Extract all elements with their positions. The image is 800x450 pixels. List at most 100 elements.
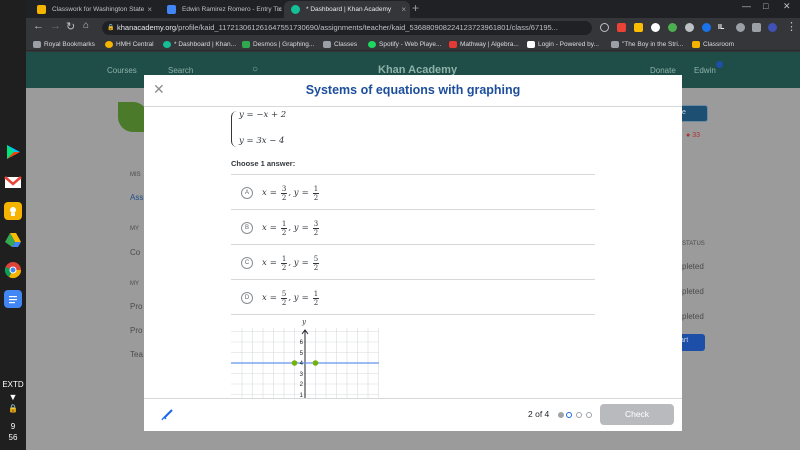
bookmark-khan[interactable]: * Dashboard | Khan... xyxy=(163,38,236,51)
lock-icon: 🔒 xyxy=(107,25,115,31)
choice-expression: x = 1 2, y = 5 2 xyxy=(262,254,320,272)
clock-minute[interactable]: 56 xyxy=(0,433,26,442)
google-docs-icon[interactable] xyxy=(4,290,22,308)
side-label[interactable]: Pro xyxy=(130,326,142,335)
choice-letter: A xyxy=(241,187,253,199)
bookmark-hmh[interactable]: HMH Central xyxy=(105,38,154,51)
bookmark-boy-in-striped[interactable]: "The Boy in the Stri... xyxy=(611,38,683,51)
y-numerator: 3 xyxy=(312,219,320,229)
y-tick: 5 xyxy=(299,350,303,357)
x-numerator: 1 xyxy=(280,219,288,229)
login-icon xyxy=(527,41,535,48)
equation-1: y = −x + 2 xyxy=(239,110,287,120)
progress-dot xyxy=(576,412,582,418)
reload-icon[interactable]: ↻ xyxy=(66,20,75,33)
bookmark-mathway[interactable]: Mathway | Algebra... xyxy=(449,38,519,51)
menu-kebab-icon[interactable]: ⋮ xyxy=(786,20,797,33)
extension-settings-icon[interactable] xyxy=(736,23,745,32)
check-button[interactable]: Check xyxy=(600,404,674,425)
tab-entry-ticket[interactable]: Edwin Ramirez Romero - Entry Tic × xyxy=(160,1,286,18)
exercise-modal: Systems of equations with graphing ✕ y =… xyxy=(144,75,682,431)
y-denominator: 2 xyxy=(313,298,319,307)
profile-avatar[interactable] xyxy=(768,23,777,32)
user-menu[interactable]: Edwin xyxy=(694,66,716,75)
choice-c[interactable]: C x = 1 2, y = 5 2 xyxy=(231,245,595,280)
bookmark-royal-bookmarks[interactable]: Royal Bookmarks xyxy=(33,38,95,51)
maximize-icon[interactable]: □ xyxy=(763,1,768,11)
extension-clever-icon[interactable] xyxy=(702,23,711,32)
extension-chrome-icon[interactable] xyxy=(651,23,660,32)
play-store-icon[interactable] xyxy=(4,143,22,161)
side-label: MIS xyxy=(130,172,141,178)
extension-check-icon[interactable] xyxy=(668,23,677,32)
wifi-icon[interactable]: ▼ xyxy=(0,392,26,402)
tab-khan-dashboard[interactable]: * Dashboard | Khan Academy × xyxy=(284,1,410,18)
side-label[interactable]: Pro xyxy=(130,302,142,311)
tab-strip: Classwork for Washington State × Edwin R… xyxy=(26,0,800,18)
y-tick: 4 xyxy=(299,361,303,367)
mathway-icon xyxy=(449,41,457,48)
bookmark-star-icon[interactable] xyxy=(600,23,609,32)
back-icon[interactable]: ← xyxy=(33,20,44,32)
choice-a[interactable]: A x = 3 2, y = 1 2 xyxy=(231,175,595,210)
search-icon[interactable]: ○ xyxy=(252,64,258,75)
tab-classwork[interactable]: Classwork for Washington State × xyxy=(30,1,156,18)
choice-b[interactable]: B x = 1 2, y = 3 2 xyxy=(231,210,595,245)
google-keep-icon[interactable] xyxy=(4,202,22,220)
clock-hour[interactable]: 9 xyxy=(0,422,26,431)
points-badge: ● 33 xyxy=(686,132,700,139)
scratchpad-pencil-icon[interactable] xyxy=(161,407,175,426)
points-count: 33 xyxy=(692,132,700,139)
side-label[interactable]: Co xyxy=(130,248,140,257)
bookmark-desmos[interactable]: Desmos | Graphing... xyxy=(242,38,314,51)
bookmark-classroom[interactable]: Classroom xyxy=(692,38,734,51)
bookmark-spotify[interactable]: Spotify - Web Playe... xyxy=(368,38,441,51)
progress-dot xyxy=(586,412,592,418)
side-label[interactable]: Tea xyxy=(130,350,143,359)
address-bar[interactable]: 🔒 khanacademy.org/profile/kaid_1172130612… xyxy=(102,21,592,35)
bookmark-login[interactable]: Login - Powered by... xyxy=(527,38,599,51)
bookmark-label: HMH Central xyxy=(116,41,154,48)
donate-link[interactable]: Donate xyxy=(650,66,676,75)
google-drive-icon[interactable] xyxy=(4,231,22,249)
close-tab-icon[interactable]: × xyxy=(277,1,282,18)
lock-icon: 🔒 xyxy=(8,404,18,413)
url-host: khanacademy.org xyxy=(117,23,177,32)
search-link[interactable]: Search xyxy=(168,66,193,75)
equation-2: y = 3x − 4 xyxy=(239,136,285,146)
tab-title: * Dashboard | Khan Academy xyxy=(306,6,392,13)
y-tick: 6 xyxy=(299,340,303,346)
choice-d[interactable]: D x = 5 2, y = 1 2 xyxy=(231,280,595,315)
courses-menu[interactable]: Courses xyxy=(107,66,137,75)
close-icon[interactable]: ✕ xyxy=(153,81,165,98)
forward-icon[interactable]: → xyxy=(50,20,61,32)
close-tab-icon[interactable]: × xyxy=(147,1,152,18)
chromeos-shelf: EXTD ▼ 🔒 9 56 xyxy=(0,0,26,450)
desmos-icon xyxy=(242,41,250,48)
keyboard-layout[interactable]: EXTD xyxy=(0,380,26,389)
progress-text: 2 of 4 xyxy=(528,409,550,419)
extensions-puzzle-icon[interactable] xyxy=(752,23,761,32)
extension-settings-icon[interactable] xyxy=(685,23,694,32)
coordinate-graph xyxy=(231,328,379,398)
close-window-icon[interactable]: ✕ xyxy=(783,1,791,12)
chrome-icon[interactable] xyxy=(4,261,22,279)
extension-il-icon[interactable]: IL xyxy=(718,23,727,32)
home-icon[interactable]: ⌂ xyxy=(83,20,89,31)
y-numerator: 1 xyxy=(312,289,320,299)
extension-gmail-icon[interactable] xyxy=(617,23,626,32)
gmail-icon[interactable] xyxy=(4,173,22,191)
bookmark-label: Desmos | Graphing... xyxy=(253,41,315,48)
extension-drive-icon[interactable] xyxy=(634,23,643,32)
classroom-favicon-icon xyxy=(37,5,46,14)
spotify-icon xyxy=(368,41,376,48)
new-tab-button[interactable]: + xyxy=(412,1,419,15)
side-label[interactable]: Ass xyxy=(130,193,143,202)
x-denominator: 2 xyxy=(281,228,287,237)
line-point xyxy=(312,360,319,366)
minimize-icon[interactable]: — xyxy=(742,1,751,11)
y-tick: 1 xyxy=(299,392,303,399)
bookmark-classes[interactable]: Classes xyxy=(323,38,357,51)
close-tab-icon[interactable]: × xyxy=(401,1,406,18)
y-denominator: 2 xyxy=(313,263,319,272)
